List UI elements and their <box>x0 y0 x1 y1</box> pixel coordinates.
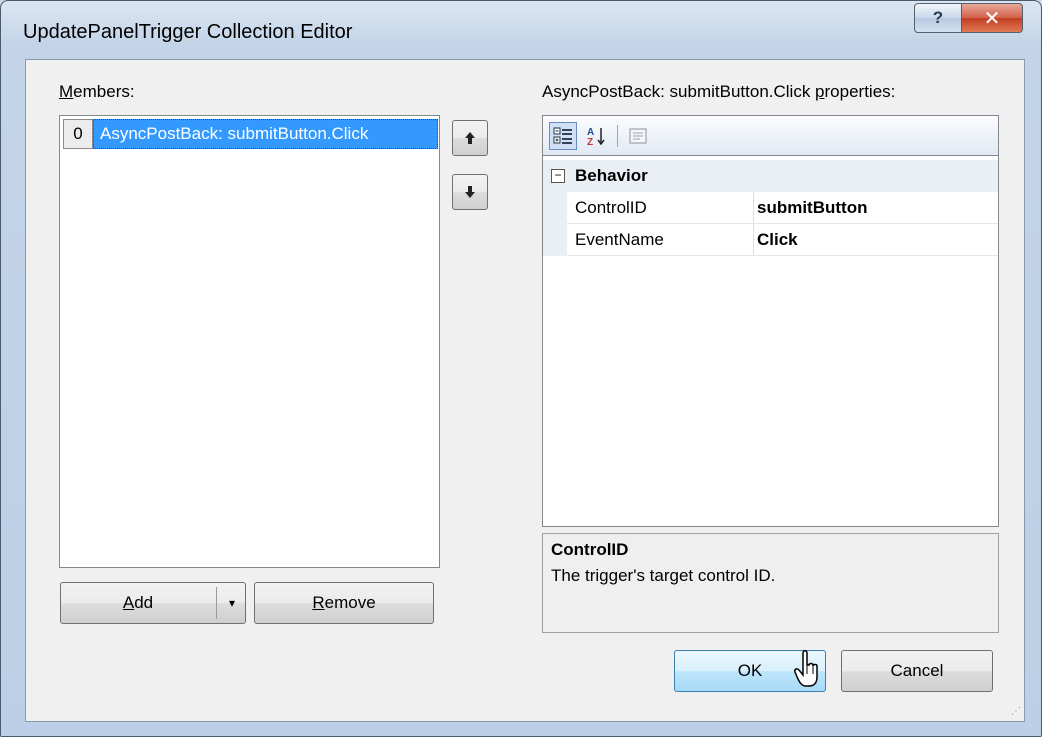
property-name: EventName <box>575 229 664 249</box>
categorized-button[interactable] <box>549 121 577 150</box>
arrow-down-icon <box>465 186 475 198</box>
dialog-window: UpdatePanelTrigger Collection Editor ? ✕… <box>0 0 1042 737</box>
resize-grip-icon[interactable]: ⋰ <box>1011 706 1021 717</box>
remove-button[interactable]: Remove <box>254 582 434 624</box>
member-index: 0 <box>63 119 93 149</box>
add-button-divider <box>216 587 217 619</box>
row-line <box>567 255 998 256</box>
alphabetical-icon: A Z <box>587 127 605 147</box>
move-down-button[interactable] <box>452 174 488 210</box>
properties-label: AsyncPostBack: submitButton.Click proper… <box>542 82 896 101</box>
add-button[interactable]: Add ▾ <box>60 582 246 624</box>
list-item[interactable]: 0 AsyncPostBack: submitButton.Click <box>63 119 438 149</box>
property-row-controlid[interactable]: ControlID submitButton <box>543 192 998 224</box>
dialog-client-area: Members: 0 AsyncPostBack: submitButton.C… <box>25 59 1025 722</box>
member-text: AsyncPostBack: submitButton.Click <box>93 119 438 149</box>
description-panel: ControlID The trigger's target control I… <box>542 533 999 633</box>
members-label: Members: <box>59 82 135 101</box>
categorized-icon <box>553 127 572 144</box>
move-up-button[interactable] <box>452 120 488 156</box>
cancel-button[interactable]: Cancel <box>841 650 993 692</box>
property-value[interactable]: Click <box>757 224 798 255</box>
collapse-icon[interactable]: − <box>551 169 565 183</box>
add-dropdown-arrow[interactable]: ▾ <box>219 583 245 623</box>
description-title: ControlID <box>551 540 629 559</box>
mouse-cursor-icon <box>794 650 818 687</box>
members-list[interactable]: 0 AsyncPostBack: submitButton.Click <box>59 115 440 568</box>
add-button-label: Add <box>122 593 154 612</box>
title-bar[interactable]: UpdatePanelTrigger Collection Editor ? ✕ <box>1 1 1041 59</box>
property-pages-button[interactable] <box>624 122 652 150</box>
row-gutter <box>543 192 567 224</box>
property-value[interactable]: submitButton <box>757 192 867 223</box>
property-row-eventname[interactable]: EventName Click <box>543 224 998 256</box>
property-grid-toolbar: A Z <box>542 115 999 155</box>
row-gutter <box>543 224 567 256</box>
chevron-down-icon: ▾ <box>228 596 236 610</box>
column-divider[interactable] <box>753 192 754 224</box>
help-button[interactable]: ? <box>914 3 962 33</box>
column-divider[interactable] <box>753 224 754 256</box>
svg-text:Z: Z <box>587 137 593 147</box>
alphabetical-button[interactable]: A Z <box>583 122 611 150</box>
close-icon: ✕ <box>983 7 1001 30</box>
category-label: Behavior <box>575 166 648 185</box>
arrow-up-icon <box>465 132 475 144</box>
category-behavior[interactable]: − Behavior <box>543 160 998 192</box>
window-title: UpdatePanelTrigger Collection Editor <box>23 21 353 43</box>
property-name: ControlID <box>575 197 647 217</box>
description-text: The trigger's target control ID. <box>551 566 776 585</box>
property-pages-icon <box>629 128 647 143</box>
close-button[interactable]: ✕ <box>961 3 1023 33</box>
property-grid[interactable]: − Behavior ControlID submitButton EventN… <box>542 155 999 527</box>
toolbar-separator <box>617 124 618 147</box>
